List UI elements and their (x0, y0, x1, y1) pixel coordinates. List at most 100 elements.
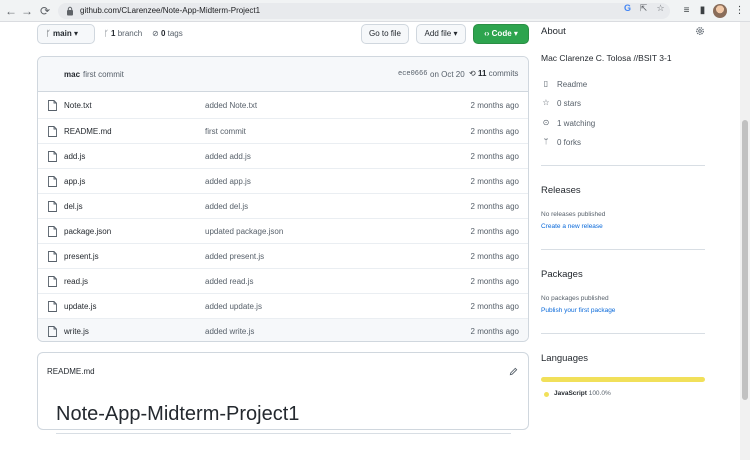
readme-filename: README.md (47, 367, 95, 376)
language-name: JavaScript (554, 390, 587, 397)
publish-package-link[interactable]: Publish your first package (541, 307, 615, 314)
url-text: github.com/CLarenzee/Note-App-Midterm-Pr… (80, 6, 261, 15)
branch-select-label: main (53, 29, 72, 38)
add-file-button[interactable]: Add file ▾ (416, 24, 466, 44)
file-age: 2 months ago (470, 152, 519, 161)
packages-heading[interactable]: Packages (541, 269, 583, 280)
create-release-link[interactable]: Create a new release (541, 223, 603, 230)
address-bar[interactable]: github.com/CLarenzee/Note-App-Midterm-Pr… (58, 3, 670, 19)
language-percent: 100.0% (588, 390, 611, 397)
table-row[interactable]: README.md first commit 2 months ago (38, 118, 528, 143)
forward-button[interactable]: → (20, 4, 34, 18)
file-commit-message[interactable]: added write.js (205, 327, 254, 336)
file-commit-message[interactable]: added del.js (205, 202, 248, 211)
profile-avatar[interactable] (713, 4, 727, 18)
code-label: Code (491, 29, 512, 38)
side-panel-icon[interactable]: ▮ (696, 4, 709, 17)
tag-label: tags (167, 29, 183, 38)
commit-message[interactable]: first commit (83, 70, 124, 79)
releases-heading[interactable]: Releases (541, 185, 581, 196)
page-scrollbar-thumb[interactable] (742, 120, 748, 400)
file-name-link[interactable]: write.js (64, 327, 89, 336)
file-name-link[interactable]: package.json (64, 227, 111, 236)
tag-icon: ⊘ (152, 29, 159, 38)
chevron-down-icon: ▾ (513, 29, 518, 38)
browser-toolbar: ← → ⟳ github.com/CLarenzee/Note-App-Midt… (0, 0, 750, 22)
table-row[interactable]: present.js added present.js 2 months ago (38, 243, 528, 268)
file-commit-message[interactable]: first commit (205, 127, 246, 136)
branches-link[interactable]: ᚴ 1 branch (104, 29, 142, 38)
table-row[interactable]: update.js added update.js 2 months ago (38, 293, 528, 318)
file-icon (48, 100, 57, 111)
commits-link[interactable]: ⟲ 11 commits (469, 69, 518, 78)
browser-menu-icon[interactable]: ⋮ (733, 4, 746, 17)
bookmark-star-icon[interactable]: ☆ (655, 3, 666, 14)
table-row[interactable]: read.js added read.js 2 months ago (38, 268, 528, 293)
file-age: 2 months ago (470, 127, 519, 136)
languages-heading: Languages (541, 353, 589, 364)
lock-icon (67, 6, 73, 16)
table-row[interactable]: Note.txt added Note.txt 2 months ago (38, 93, 528, 118)
go-to-file-button[interactable]: Go to file (361, 24, 409, 44)
stars-link[interactable]: 0 stars (557, 99, 581, 108)
file-name-link[interactable]: present.js (64, 252, 99, 261)
reading-list-icon[interactable]: ≡ (680, 4, 693, 17)
commit-count: 11 (477, 69, 487, 78)
releases-empty-text: No releases published (541, 211, 606, 218)
fork-icon: ᛘ (543, 137, 549, 146)
file-icon (48, 276, 57, 287)
share-icon[interactable]: ⇱ (638, 3, 649, 14)
file-commit-message[interactable]: added present.js (205, 252, 264, 261)
file-age: 2 months ago (470, 252, 519, 261)
table-row[interactable]: package.json updated package.json 2 months… (38, 218, 528, 243)
language-item-javascript[interactable]: JavaScript 100.0% (554, 390, 611, 397)
sidebar-divider (541, 249, 705, 250)
file-name-link[interactable]: del.js (64, 202, 83, 211)
file-commit-message[interactable]: updated package.json (205, 227, 283, 236)
watchers-link[interactable]: 1 watching (557, 119, 595, 128)
add-file-label: Add file (424, 29, 452, 38)
about-heading: About (541, 26, 566, 37)
file-icon (48, 151, 57, 162)
file-age: 2 months ago (470, 327, 519, 336)
commit-date: on Oct 20 (430, 70, 465, 79)
star-icon: ☆ (542, 98, 550, 107)
back-button[interactable]: ← (4, 4, 18, 18)
file-commit-message[interactable]: added Note.txt (205, 101, 257, 110)
file-name-link[interactable]: app.js (64, 177, 85, 186)
file-commit-message[interactable]: added app.js (205, 177, 251, 186)
forks-link[interactable]: 0 forks (557, 138, 581, 147)
table-row[interactable]: app.js added app.js 2 months ago (38, 168, 528, 193)
table-row[interactable]: write.js added write.js 2 months ago (38, 318, 528, 341)
file-name-link[interactable]: README.md (64, 127, 112, 136)
sidebar-divider (541, 333, 705, 334)
file-list: mac first commit ece0666 on Oct 20 ⟲ 11 … (37, 56, 529, 342)
latest-commit-bar: mac first commit ece0666 on Oct 20 ⟲ 11 … (38, 57, 528, 92)
google-lens-icon[interactable]: G (622, 3, 633, 14)
gear-icon[interactable] (695, 26, 705, 36)
file-commit-message[interactable]: added read.js (205, 277, 253, 286)
packages-empty-text: No packages published (541, 295, 609, 302)
commit-label: commits (488, 69, 519, 78)
tags-link[interactable]: ⊘ 0 tags (152, 29, 183, 38)
file-commit-message[interactable]: added add.js (205, 152, 251, 161)
file-name-link[interactable]: Note.txt (64, 101, 92, 110)
file-age: 2 months ago (470, 302, 519, 311)
code-button[interactable]: ‹› Code ▾ (473, 24, 529, 44)
file-age: 2 months ago (470, 202, 519, 211)
table-row[interactable]: add.js added add.js 2 months ago (38, 143, 528, 168)
branch-select-button[interactable]: ᚴ main ▾ (37, 24, 95, 44)
file-name-link[interactable]: read.js (64, 277, 88, 286)
commit-hash[interactable]: ece0666 (398, 70, 427, 78)
reload-button[interactable]: ⟳ (38, 4, 52, 18)
pencil-icon[interactable] (509, 367, 518, 376)
commit-author[interactable]: mac (64, 70, 80, 79)
tag-count: 0 (160, 29, 166, 38)
file-name-link[interactable]: add.js (64, 152, 85, 161)
branch-label: branch (117, 29, 143, 38)
file-commit-message[interactable]: added update.js (205, 302, 262, 311)
readme-title: Note-App-Midterm-Project1 (56, 403, 300, 425)
file-name-link[interactable]: update.js (64, 302, 96, 311)
table-row[interactable]: del.js added del.js 2 months ago (38, 193, 528, 218)
readme-link[interactable]: Readme (557, 80, 587, 89)
